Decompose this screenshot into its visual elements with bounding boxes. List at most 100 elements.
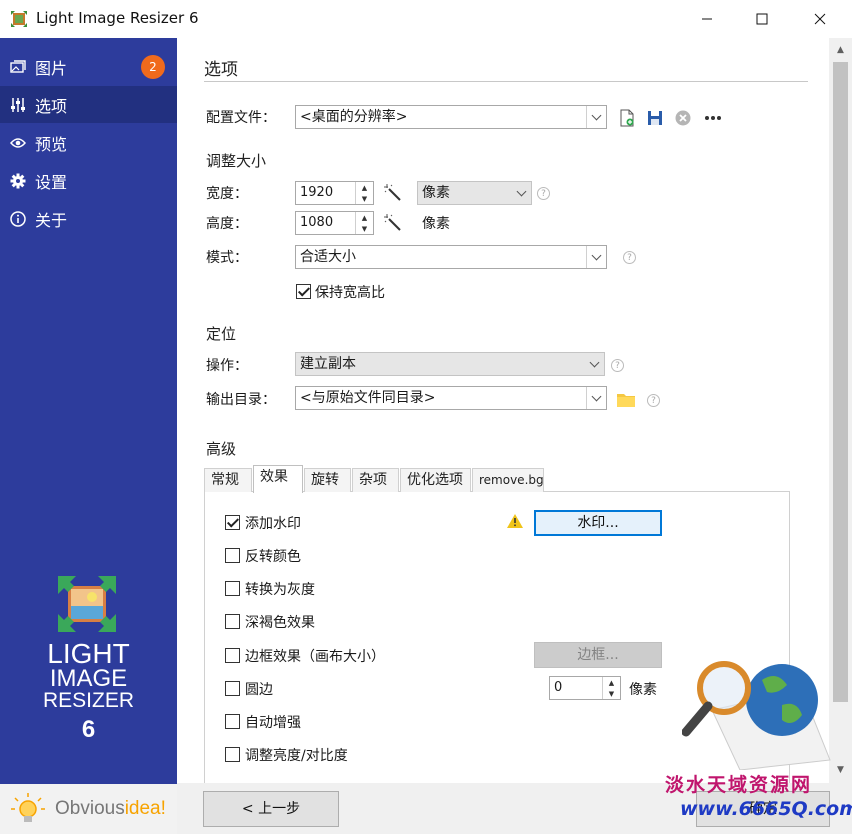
brand-name: Obviousidea! bbox=[55, 798, 166, 819]
advanced-heading: 高级 bbox=[206, 440, 237, 458]
sidebar-item-options[interactable]: 选项 bbox=[0, 86, 177, 123]
sidebar-item-label: 设置 bbox=[35, 172, 68, 192]
output-folder-label: 输出目录： bbox=[206, 392, 276, 408]
sidebar-item-label: 图片 bbox=[35, 58, 68, 78]
help-icon[interactable]: ? bbox=[611, 359, 624, 372]
chevron-down-icon bbox=[584, 353, 604, 375]
round-unit-text: 像素 bbox=[629, 682, 657, 698]
chevron-down-icon bbox=[511, 182, 531, 204]
window-title: Light Image Resizer 6 bbox=[36, 9, 199, 27]
sidebar-item-images[interactable]: 图片 2 bbox=[0, 48, 177, 85]
chevron-down-icon bbox=[586, 106, 606, 128]
profile-select[interactable]: <桌面的分辨率> bbox=[295, 105, 607, 129]
unit-select[interactable]: 像素 bbox=[417, 181, 532, 205]
invert-label: 反转颜色 bbox=[245, 549, 301, 565]
sidebar: 图片 2 选项 预览 设置 关于 LIGHT IMAGE RESIZER 6 O… bbox=[0, 38, 177, 834]
target-heading: 定位 bbox=[206, 325, 237, 343]
tab-effects[interactable]: 效果 bbox=[253, 465, 303, 493]
round-corners-label: 圆边 bbox=[245, 682, 273, 698]
action-select[interactable]: 建立副本 bbox=[295, 352, 605, 376]
vertical-scrollbar[interactable]: ▲ ▼ bbox=[829, 38, 852, 783]
auto-enhance-label: 自动增强 bbox=[245, 715, 301, 731]
tab-general[interactable]: 常规 bbox=[204, 468, 252, 492]
magnifier-globe-icon bbox=[682, 661, 831, 770]
close-button[interactable] bbox=[797, 0, 843, 38]
logo-line-3: RESIZER bbox=[42, 689, 134, 712]
scroll-down-icon[interactable]: ▼ bbox=[829, 760, 852, 780]
scroll-up-icon[interactable]: ▲ bbox=[829, 40, 852, 60]
output-folder-select[interactable]: <与原始文件同目录> bbox=[295, 386, 607, 410]
scrollbar-thumb[interactable] bbox=[833, 62, 848, 702]
help-icon[interactable]: ? bbox=[623, 251, 636, 264]
mode-label: 模式： bbox=[206, 250, 248, 266]
sidebar-item-settings[interactable]: 设置 bbox=[0, 162, 177, 199]
grayscale-checkbox[interactable] bbox=[225, 581, 240, 596]
watermark-checkbox[interactable] bbox=[225, 515, 240, 530]
sidebar-item-label: 关于 bbox=[35, 210, 68, 230]
height-unit-text: 像素 bbox=[422, 216, 450, 232]
mode-select[interactable]: 合适大小 bbox=[295, 245, 607, 269]
width-input[interactable]: 1920 ▲ ▼ bbox=[295, 181, 374, 205]
title-divider bbox=[204, 81, 808, 82]
tab-misc[interactable]: 杂项 bbox=[352, 468, 399, 492]
keep-ratio-checkbox[interactable] bbox=[296, 284, 311, 299]
logo-line-2: IMAGE bbox=[49, 665, 128, 692]
sidebar-item-label: 选项 bbox=[35, 96, 68, 116]
page-title: 选项 bbox=[204, 60, 238, 80]
images-icon bbox=[9, 58, 27, 76]
keep-ratio-label: 保持宽高比 bbox=[315, 285, 385, 301]
border-checkbox[interactable] bbox=[225, 648, 240, 663]
round-corners-checkbox[interactable] bbox=[225, 681, 240, 696]
magic-wand-icon[interactable] bbox=[384, 184, 402, 202]
tab-remove-bg[interactable]: remove.bg bbox=[472, 468, 544, 492]
decrease-icon[interactable]: ▼ bbox=[356, 223, 373, 234]
sidebar-item-about[interactable]: 关于 bbox=[0, 200, 177, 237]
sepia-checkbox[interactable] bbox=[225, 614, 240, 629]
close-icon bbox=[814, 13, 826, 25]
chevron-down-icon bbox=[586, 387, 606, 409]
lightbulb-icon bbox=[11, 793, 45, 822]
help-icon[interactable]: ? bbox=[537, 187, 550, 200]
maximize-button[interactable] bbox=[739, 0, 785, 38]
delete-profile-icon[interactable] bbox=[675, 110, 691, 126]
border-settings-button[interactable]: 边框... bbox=[534, 642, 662, 668]
new-profile-icon[interactable] bbox=[619, 109, 635, 127]
more-options-icon[interactable] bbox=[704, 115, 722, 121]
auto-enhance-checkbox[interactable] bbox=[225, 714, 240, 729]
height-label: 高度： bbox=[206, 216, 248, 232]
resize-heading: 调整大小 bbox=[206, 152, 267, 170]
site-watermark-text: 淡水天域资源网 bbox=[665, 774, 813, 796]
save-profile-icon[interactable] bbox=[647, 110, 663, 126]
grayscale-label: 转换为灰度 bbox=[245, 582, 315, 598]
decrease-icon[interactable]: ▼ bbox=[356, 193, 373, 204]
sepia-label: 深褐色效果 bbox=[245, 615, 315, 631]
decrease-icon[interactable]: ▼ bbox=[603, 688, 620, 699]
gear-icon bbox=[9, 172, 27, 190]
magic-wand-icon[interactable] bbox=[384, 214, 402, 232]
site-watermark-url: www.6665Q.com bbox=[680, 798, 852, 820]
watermark-label: 添加水印 bbox=[245, 516, 301, 532]
minimize-icon bbox=[702, 18, 712, 20]
app-logo-icon bbox=[58, 576, 116, 632]
height-input[interactable]: 1080 ▲ ▼ bbox=[295, 211, 374, 235]
info-icon bbox=[9, 210, 27, 228]
maximize-icon bbox=[756, 13, 768, 25]
brightness-checkbox[interactable] bbox=[225, 747, 240, 762]
sidebar-item-preview[interactable]: 预览 bbox=[0, 124, 177, 161]
eye-icon bbox=[9, 134, 27, 152]
watermark-settings-button[interactable]: 水印... bbox=[534, 510, 662, 536]
brightness-label: 调整亮度/对比度 bbox=[245, 748, 348, 764]
logo-line-4: 6 bbox=[81, 716, 96, 743]
folder-icon[interactable] bbox=[617, 392, 635, 407]
tab-rotate[interactable]: 旋转 bbox=[304, 468, 351, 492]
back-button[interactable]: < 上一步 bbox=[203, 791, 339, 827]
profile-label: 配置文件： bbox=[206, 110, 276, 126]
app-icon bbox=[11, 11, 27, 27]
round-corners-input[interactable]: 0 ▲ ▼ bbox=[549, 676, 621, 700]
help-icon[interactable]: ? bbox=[647, 394, 660, 407]
warning-icon bbox=[507, 514, 523, 528]
invert-checkbox[interactable] bbox=[225, 548, 240, 563]
image-count-badge: 2 bbox=[141, 54, 165, 79]
tab-optimize[interactable]: 优化选项 bbox=[400, 468, 471, 492]
minimize-button[interactable] bbox=[684, 0, 730, 38]
